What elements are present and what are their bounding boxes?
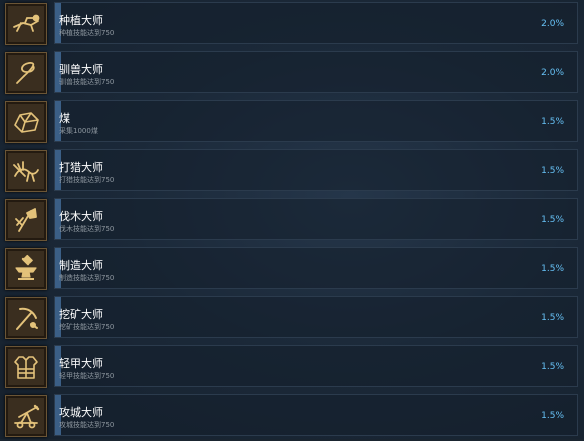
achievement-panel: 煤 采集1000煤 1.5%	[54, 100, 578, 142]
achievement-description: 伐木技能达到750	[59, 225, 115, 233]
plough-icon	[5, 3, 47, 45]
achievement-row[interactable]: 挖矿大师 挖矿技能达到750 1.5%	[0, 294, 584, 343]
achievement-row[interactable]: 攻城大师 攻城技能达到750 1.5%	[0, 392, 584, 441]
achievement-description: 采集1000煤	[59, 127, 98, 135]
whip-icon	[5, 52, 47, 94]
hunting-icon	[5, 150, 47, 192]
unlock-percent: 2.0%	[541, 68, 564, 78]
achievement-description: 挖矿技能达到750	[59, 323, 115, 331]
achievement-panel: 种植大师 种植技能达到750 2.0%	[54, 2, 578, 44]
unlock-percent: 1.5%	[541, 166, 564, 176]
achievement-panel: 打猎大师 打猎技能达到750 1.5%	[54, 149, 578, 191]
achievement-title: 攻城大师	[59, 406, 103, 419]
unlock-percent: 2.0%	[541, 19, 564, 29]
achievement-row[interactable]: 打猎大师 打猎技能达到750 1.5%	[0, 147, 584, 196]
achievement-row[interactable]: 伐木大师 伐木技能达到750 1.5%	[0, 196, 584, 245]
unlock-percent: 1.5%	[541, 117, 564, 127]
unlock-percent: 1.5%	[541, 215, 564, 225]
unlock-percent: 1.5%	[541, 362, 564, 372]
achievement-row[interactable]: 制造大师 制造技能达到750 1.5%	[0, 245, 584, 294]
achievement-panel: 伐木大师 伐木技能达到750 1.5%	[54, 198, 578, 240]
achievement-title: 种植大师	[59, 14, 103, 27]
achievement-description: 制造技能达到750	[59, 274, 115, 282]
achievement-title: 轻甲大师	[59, 357, 103, 370]
coal-icon	[5, 101, 47, 143]
achievement-title: 打猎大师	[59, 161, 103, 174]
achievement-description: 驯兽技能达到750	[59, 78, 115, 86]
achievement-description: 攻城技能达到750	[59, 421, 115, 429]
achievement-row[interactable]: 驯兽大师 驯兽技能达到750 2.0%	[0, 49, 584, 98]
achievement-title: 制造大师	[59, 259, 103, 272]
achievement-panel: 驯兽大师 驯兽技能达到750 2.0%	[54, 51, 578, 93]
achievement-title: 煤	[59, 112, 70, 125]
achievement-title: 伐木大师	[59, 210, 103, 223]
achievement-description: 轻甲技能达到750	[59, 372, 115, 380]
axe-icon	[5, 199, 47, 241]
achievement-row[interactable]: 煤 采集1000煤 1.5%	[0, 98, 584, 147]
unlock-percent: 1.5%	[541, 313, 564, 323]
achievement-description: 打猎技能达到750	[59, 176, 115, 184]
achievement-panel: 攻城大师 攻城技能达到750 1.5%	[54, 394, 578, 436]
anvil-icon	[5, 248, 47, 290]
achievement-panel: 制造大师 制造技能达到750 1.5%	[54, 247, 578, 289]
catapult-icon	[5, 395, 47, 437]
achievement-row[interactable]: 种植大师 种植技能达到750 2.0%	[0, 0, 584, 49]
achievement-panel: 挖矿大师 挖矿技能达到750 1.5%	[54, 296, 578, 338]
achievement-title: 驯兽大师	[59, 63, 103, 76]
achievement-row[interactable]: 轻甲大师 轻甲技能达到750 1.5%	[0, 343, 584, 392]
achievement-panel: 轻甲大师 轻甲技能达到750 1.5%	[54, 345, 578, 387]
unlock-percent: 1.5%	[541, 264, 564, 274]
armor-icon	[5, 346, 47, 388]
pickaxe-icon	[5, 297, 47, 339]
unlock-percent: 1.5%	[541, 411, 564, 421]
achievement-description: 种植技能达到750	[59, 29, 115, 37]
achievement-title: 挖矿大师	[59, 308, 103, 321]
